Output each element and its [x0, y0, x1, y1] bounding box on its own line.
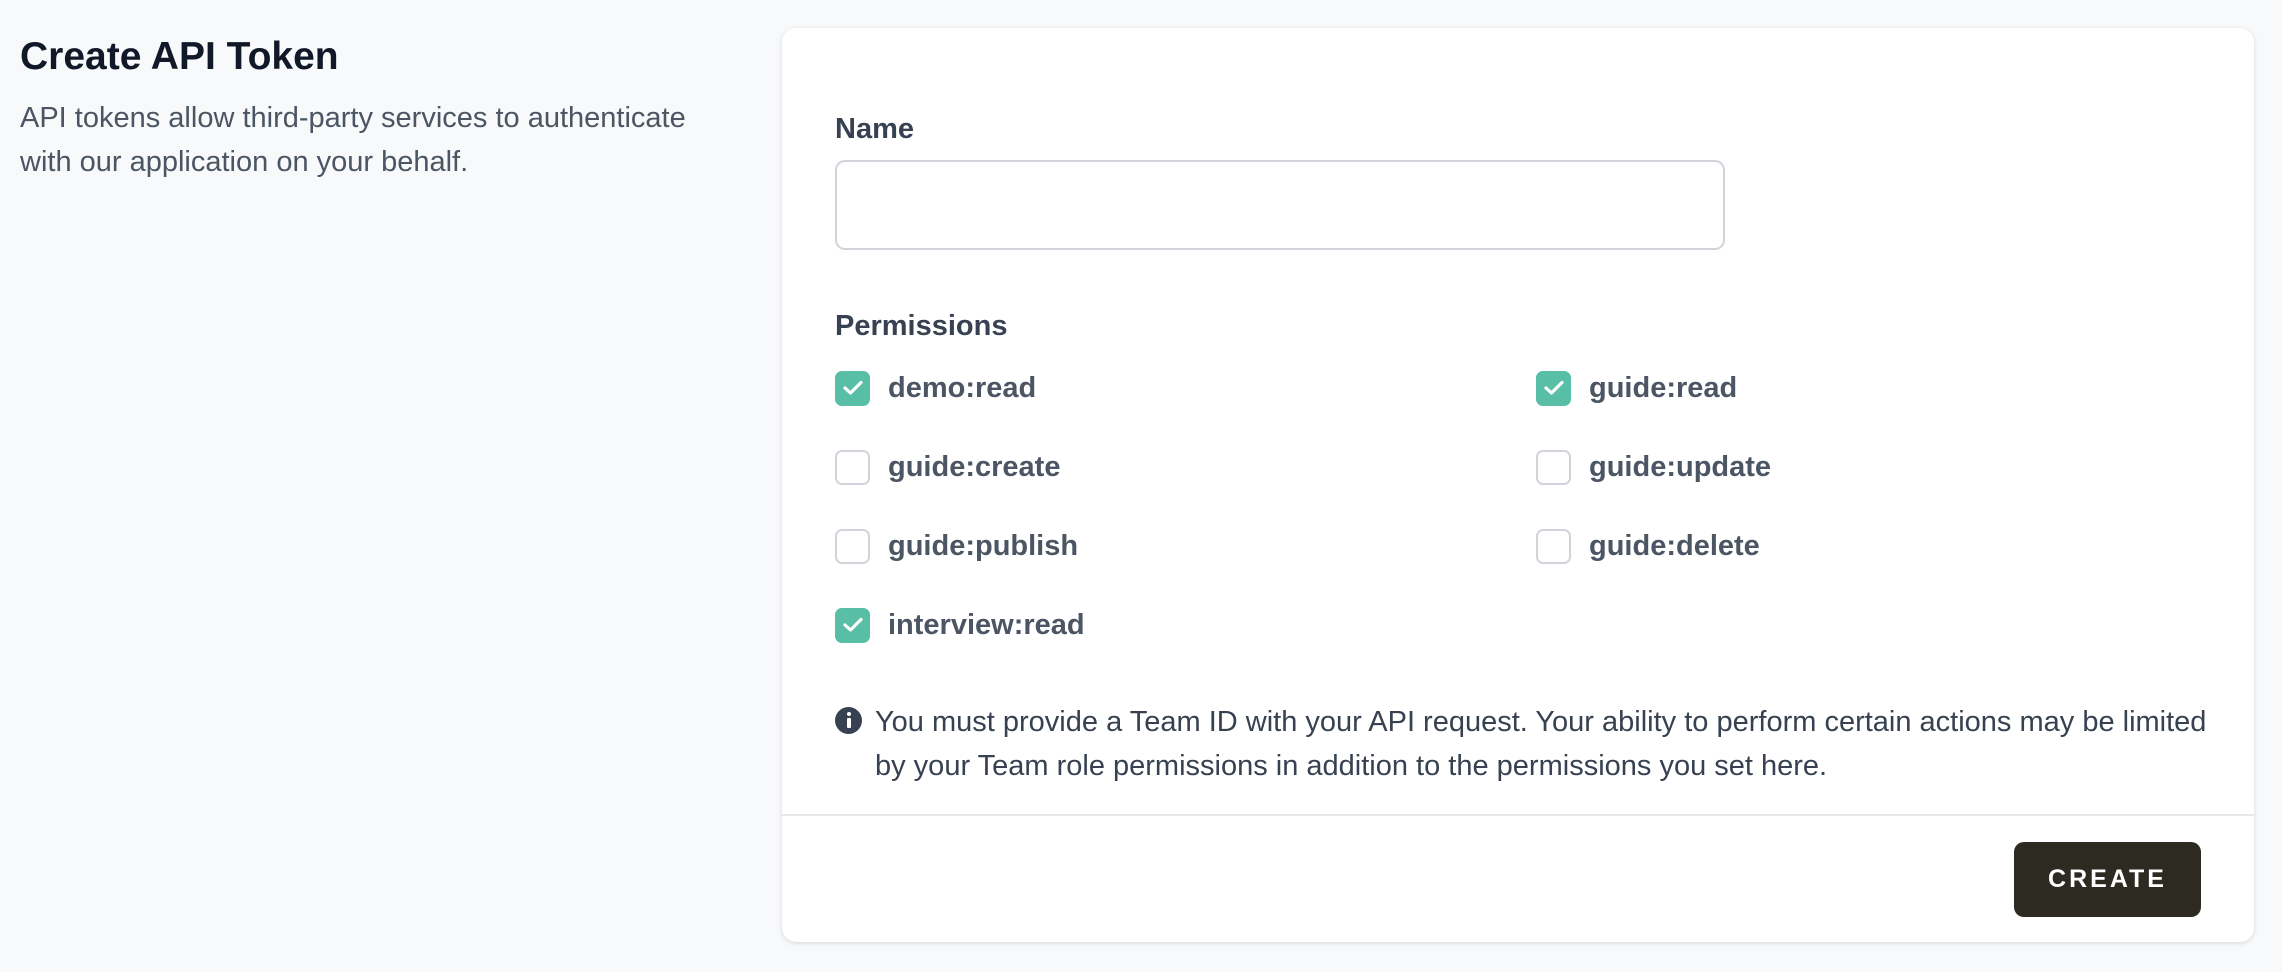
checkbox[interactable] — [1536, 528, 1571, 564]
permission-label: demo:read — [888, 371, 1037, 404]
checkbox[interactable] — [835, 370, 870, 406]
permission-guide-read[interactable]: guide:read — [1536, 368, 1737, 408]
info-text: You must provide a Team ID with your API… — [875, 706, 2207, 782]
checkbox[interactable] — [1536, 449, 1571, 485]
footer-divider — [782, 814, 2254, 816]
checkbox[interactable] — [835, 607, 870, 643]
permission-guide-delete[interactable]: guide:delete — [1536, 526, 1760, 566]
permission-label: guide:update — [1589, 450, 1772, 483]
checkbox[interactable] — [835, 528, 870, 564]
check-icon — [842, 380, 863, 395]
info-note: You must provide a Team ID with your API… — [835, 700, 2215, 788]
name-input[interactable] — [835, 160, 1725, 250]
permission-label: guide:read — [1589, 371, 1738, 404]
checkbox[interactable] — [1536, 370, 1571, 406]
create-button[interactable]: CREATE — [2014, 842, 2201, 917]
permissions-label: Permissions — [835, 310, 1008, 342]
page-title: Create API Token — [20, 35, 339, 78]
permission-label: guide:create — [888, 450, 1061, 483]
checkbox[interactable] — [835, 449, 870, 485]
check-icon — [1543, 380, 1564, 395]
token-form-card: Name Permissions demo:read guide:read gu… — [782, 28, 2254, 942]
form-body: Name Permissions demo:read guide:read gu… — [782, 28, 2254, 813]
permission-interview-read[interactable]: interview:read — [835, 605, 1085, 645]
permission-label: guide:delete — [1589, 529, 1760, 562]
permission-guide-publish[interactable]: guide:publish — [835, 526, 1078, 566]
page-description: API tokens allow third-party services to… — [20, 102, 686, 178]
permission-label: interview:read — [888, 608, 1085, 641]
check-icon — [842, 617, 863, 632]
info-circle-icon — [835, 707, 862, 734]
permission-guide-create[interactable]: guide:create — [835, 447, 1060, 487]
name-label: Name — [835, 113, 914, 145]
permission-guide-update[interactable]: guide:update — [1536, 447, 1771, 487]
permission-demo-read[interactable]: demo:read — [835, 368, 1036, 408]
permission-label: guide:publish — [888, 529, 1079, 562]
section-header: Create API Token API tokens allow third-… — [20, 32, 740, 184]
